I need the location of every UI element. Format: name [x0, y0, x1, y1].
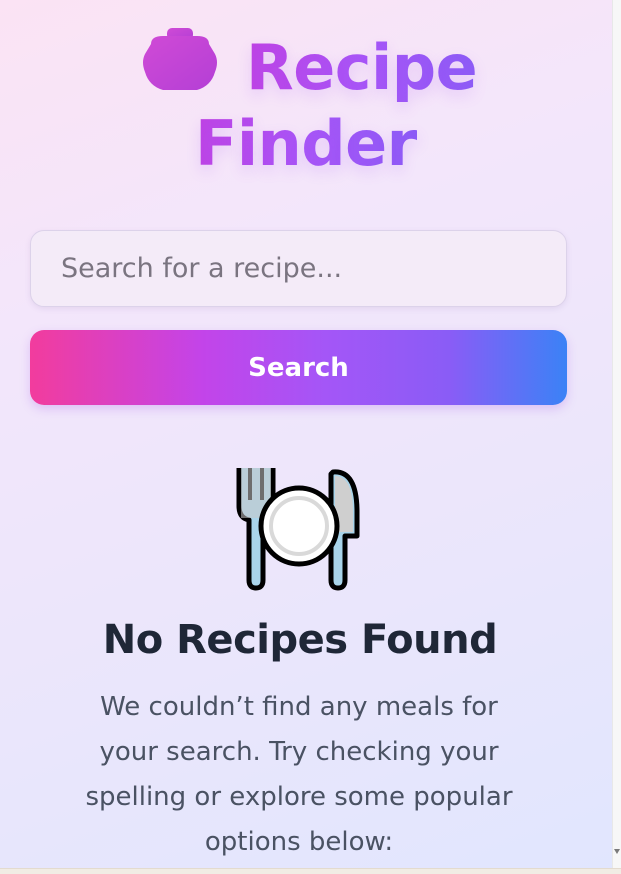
- empty-state-message: We couldn’t find any meals for your sear…: [85, 692, 513, 857]
- page-title: Recipe Finder: [0, 0, 600, 180]
- horizontal-scrollbar[interactable]: [0, 868, 621, 874]
- empty-state-title: No Recipes Found: [102, 617, 498, 663]
- title-line-1: Recipe: [246, 31, 478, 104]
- page-viewport: Recipe Finder Search No Recipes Found We…: [0, 0, 612, 868]
- scroll-down-arrow-icon[interactable]: [614, 849, 620, 854]
- vertical-scrollbar[interactable]: [612, 0, 621, 868]
- search-button[interactable]: Search: [30, 330, 567, 405]
- fork-knife-plate-icon: [236, 468, 360, 591]
- search-input[interactable]: [30, 230, 567, 307]
- title-line-2: Finder: [195, 107, 417, 180]
